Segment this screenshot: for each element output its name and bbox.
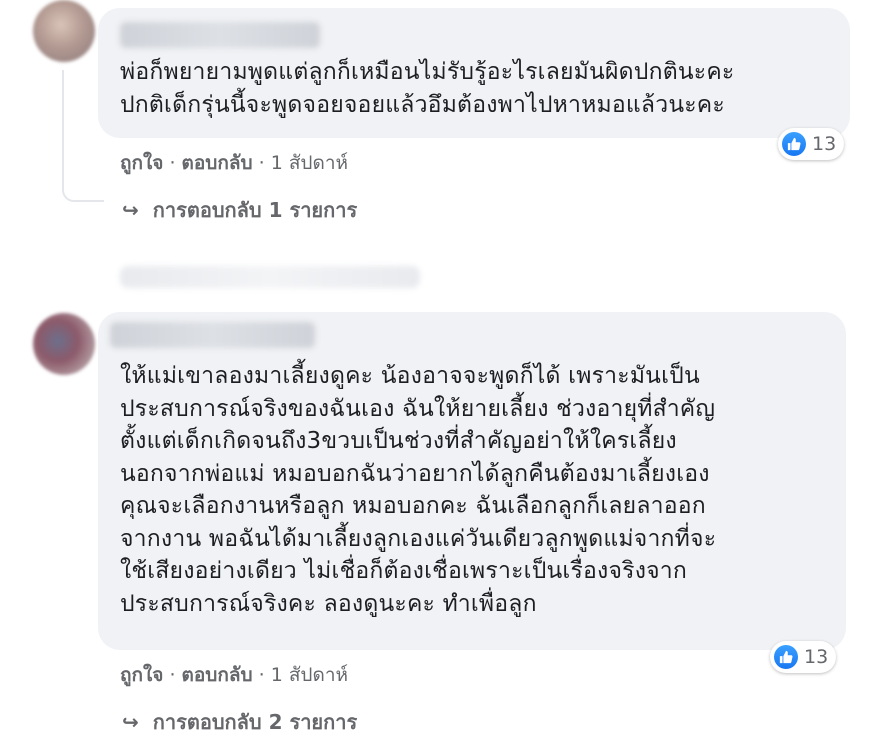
- separator: ·: [252, 664, 271, 686]
- reaction-summary[interactable]: 13: [770, 641, 837, 673]
- avatar[interactable]: [33, 0, 95, 62]
- replies-label: การตอบกลับ 2 รายการ: [152, 710, 358, 734]
- replies-label: การตอบกลับ 1 รายการ: [152, 198, 358, 222]
- like-icon: [774, 645, 798, 669]
- comment-actions: ถูกใจ · ตอบกลับ · 1 สัปดาห์: [120, 660, 348, 690]
- reply-arrow-icon: ↪: [122, 198, 139, 222]
- reaction-count: 13: [804, 646, 829, 668]
- avatar[interactable]: [33, 313, 95, 375]
- view-replies-button[interactable]: ↪ การตอบกลับ 2 รายการ: [122, 706, 357, 738]
- reply-arrow-icon: ↪: [122, 710, 139, 734]
- timestamp[interactable]: 1 สัปดาห์: [271, 152, 348, 174]
- comment-text: พ่อก็พยายามพูดแต่ลูกก็เหมือนไม่รับรู้อะไ…: [120, 59, 735, 118]
- comment-bubble: ให้แม่เขาลองมาเลี้ยงดูคะ น้องอาจจะพูดก็ไ…: [98, 312, 846, 650]
- like-link[interactable]: ถูกใจ: [120, 152, 163, 174]
- author-name[interactable]: [110, 322, 315, 348]
- comment-actions: ถูกใจ · ตอบกลับ · 1 สัปดาห์: [120, 148, 348, 178]
- reaction-count: 13: [812, 133, 837, 155]
- comment-bubble: พ่อก็พยายามพูดแต่ลูกก็เหมือนไม่รับรู้อะไ…: [98, 8, 850, 138]
- separator: ·: [252, 152, 271, 174]
- like-icon: [782, 132, 806, 156]
- reply-link[interactable]: ตอบกลับ: [182, 664, 253, 686]
- comment-text: ให้แม่เขาลองมาเลี้ยงดูคะ น้องอาจจะพูดก็ไ…: [120, 363, 717, 617]
- blurred-divider: [120, 266, 420, 288]
- like-link[interactable]: ถูกใจ: [120, 664, 163, 686]
- separator: ·: [163, 664, 182, 686]
- timestamp[interactable]: 1 สัปดาห์: [271, 664, 348, 686]
- separator: ·: [163, 152, 182, 174]
- reply-link[interactable]: ตอบกลับ: [182, 152, 253, 174]
- author-name[interactable]: [120, 22, 320, 48]
- view-replies-button[interactable]: ↪ การตอบกลับ 1 รายการ: [122, 194, 357, 226]
- reaction-summary[interactable]: 13: [778, 128, 845, 160]
